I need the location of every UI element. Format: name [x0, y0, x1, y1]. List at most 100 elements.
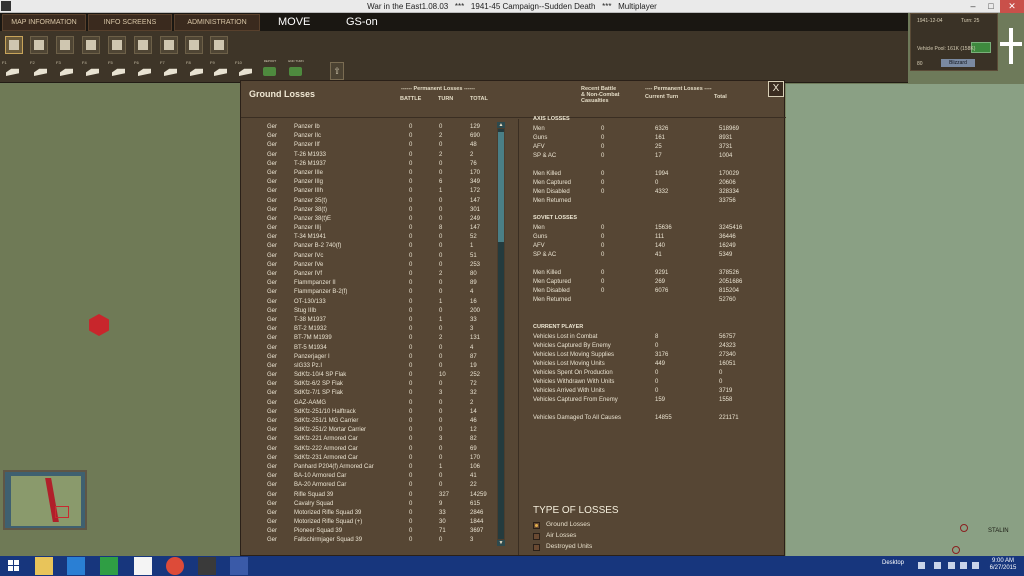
amazon-icon[interactable]: [134, 557, 152, 575]
unit-loss-row[interactable]: Ger Panzer IIIh 0 1 172: [251, 187, 507, 196]
unit-loss-row[interactable]: Ger Motorized Rifle Squad 39 0 33 2846: [251, 509, 507, 518]
air-mission-icon[interactable]: [134, 36, 152, 54]
game-app-icon[interactable]: [198, 557, 216, 575]
f4-key-button[interactable]: F4: [82, 60, 102, 79]
f3-key-button[interactable]: F3: [56, 60, 76, 79]
f1-key-button[interactable]: F1: [2, 60, 22, 79]
unit-loss-row[interactable]: Ger Panzer IIc 0 2 690: [251, 132, 507, 141]
volume-icon[interactable]: [972, 562, 979, 569]
unit-loss-row[interactable]: Ger Fallschirmjager Squad 39 0 0 3: [251, 536, 507, 545]
star-icon[interactable]: [82, 36, 100, 54]
unit-loss-row[interactable]: Ger Panzer IIIj 0 8 147: [251, 224, 507, 233]
unit-loss-row[interactable]: Ger SdKfz-221 Armored Car 0 3 82: [251, 435, 507, 444]
f7-key-button[interactable]: F7: [160, 60, 180, 79]
unit-loss-row[interactable]: Ger T-34 M1941 0 0 52: [251, 233, 507, 242]
unit-loss-row[interactable]: Ger Pioneer Squad 39 0 71 3697: [251, 527, 507, 536]
gear-icon[interactable]: [56, 36, 74, 54]
unit-loss-row[interactable]: Ger Panzer IVf 0 2 80: [251, 270, 507, 279]
minimap-viewport[interactable]: [55, 506, 69, 518]
unit-structure-icon[interactable]: [30, 36, 48, 54]
unit-loss-row[interactable]: Ger OT-130/133 0 1 16: [251, 298, 507, 307]
unit-loss-row[interactable]: Ger Panzer Ib 0 0 129: [251, 123, 507, 132]
chrome-icon[interactable]: [166, 557, 184, 575]
unit-loss-row[interactable]: Ger Flammpanzer II 0 0 89: [251, 279, 507, 288]
maximize-button[interactable]: □: [982, 0, 1000, 13]
tray-arrow-icon[interactable]: [918, 562, 925, 569]
scroll-thumb[interactable]: [498, 132, 504, 242]
unit-loss-row[interactable]: Ger Motorized Rifle Squad (+) 0 30 1844: [251, 518, 507, 527]
units-scrollbar[interactable]: ▲ ▼: [497, 122, 505, 546]
f8-key-button[interactable]: F8: [186, 60, 206, 79]
unit-loss-row[interactable]: Ger Stug IIIb 0 0 200: [251, 307, 507, 316]
windows-start-icon[interactable]: [8, 560, 20, 572]
unit-loss-row[interactable]: Ger Panzer 38(t)E 0 0 249: [251, 215, 507, 224]
game-app-active-icon[interactable]: [230, 557, 248, 575]
radio-air-losses[interactable]: Air Losses: [533, 531, 653, 541]
unit-loss-row[interactable]: Ger SdKfz-251/2 Mortar Carrier 0 0 12: [251, 426, 507, 435]
unit-loss-row[interactable]: Ger Panzer 35(t) 0 0 147: [251, 197, 507, 206]
map-right-region[interactable]: [786, 84, 1024, 556]
unit-losses-list[interactable]: Ger Panzer Ib 0 0 129 Ger Panzer IIc 0 2 690 Ger Pa…: [251, 123, 507, 546]
trash-icon[interactable]: [210, 36, 228, 54]
close-window-button[interactable]: ✕: [1000, 0, 1024, 13]
unit-loss-row[interactable]: Ger Panzer IVc 0 0 51: [251, 252, 507, 261]
unit-loss-row[interactable]: Ger BT-7M M1939 0 2 131: [251, 334, 507, 343]
tab-info-screens[interactable]: INFO SCREENS: [88, 14, 172, 31]
radio-button-icon[interactable]: [533, 522, 540, 529]
close-dialog-button[interactable]: X: [768, 81, 784, 97]
flag-icon[interactable]: [948, 562, 955, 569]
unit-loss-row[interactable]: Ger SdKfz-222 Armored Car 0 0 69: [251, 445, 507, 454]
scroll-up-icon[interactable]: ▲: [497, 122, 505, 128]
unit-loss-row[interactable]: Ger T-38 M1937 0 1 33: [251, 316, 507, 325]
f6-key-button[interactable]: F6: [134, 60, 154, 79]
movement-mode-icon[interactable]: [5, 36, 23, 54]
terrain-icon[interactable]: [108, 36, 126, 54]
unit-loss-row[interactable]: Ger SdKfz-251/10 Halftrack 0 0 14: [251, 408, 507, 417]
unit-loss-row[interactable]: Ger Cavalry Squad 0 9 615: [251, 500, 507, 509]
tray-app-icon[interactable]: [934, 562, 941, 569]
end-turn-button[interactable]: END TURN: [287, 59, 305, 79]
unit-loss-row[interactable]: Ger Panzer IIf 0 0 48: [251, 141, 507, 150]
unit-loss-row[interactable]: Ger sIG33 Pz.I 0 0 19: [251, 362, 507, 371]
unit-loss-row[interactable]: Ger Panhard P204(f) Armored Car 0 1 106: [251, 463, 507, 472]
unit-loss-row[interactable]: Ger SdKfz-7/1 SP Flak 0 3 32: [251, 389, 507, 398]
radio-button-icon[interactable]: [533, 533, 540, 540]
unit-loss-row[interactable]: Ger SdKfz-251/1 MG Carrier 0 0 46: [251, 417, 507, 426]
store-icon[interactable]: [100, 557, 118, 575]
unit-loss-row[interactable]: Ger BA-20 Armored Car 0 0 22: [251, 481, 507, 490]
f9-key-button[interactable]: F9: [210, 60, 230, 79]
clipboard-icon[interactable]: [185, 36, 203, 54]
unit-loss-row[interactable]: Ger Rifle Squad 39 0 327 14259: [251, 491, 507, 500]
report-button[interactable]: REPORT: [261, 59, 279, 79]
unit-loss-row[interactable]: Ger T-26 M1933 0 2 2: [251, 151, 507, 160]
unit-loss-row[interactable]: Ger Flammpanzer B-2(f) 0 0 4: [251, 288, 507, 297]
unit-loss-row[interactable]: Ger Panzer IVe 0 0 253: [251, 261, 507, 270]
unit-loss-row[interactable]: Ger BT-2 M1932 0 0 3: [251, 325, 507, 334]
radio-button-icon[interactable]: [533, 544, 540, 551]
unit-loss-row[interactable]: Ger SdKfz-6/2 SP Flak 0 0 72: [251, 380, 507, 389]
f5-key-button[interactable]: F5: [108, 60, 128, 79]
minimize-button[interactable]: –: [964, 0, 982, 13]
f10-key-button[interactable]: F10: [235, 60, 255, 79]
tab-administration[interactable]: ADMINISTRATION: [174, 14, 260, 31]
file-explorer-icon[interactable]: [35, 557, 53, 575]
desktop-toolbar-label[interactable]: Desktop: [882, 560, 904, 566]
network-icon[interactable]: [960, 562, 967, 569]
tab-map-information[interactable]: MAP INFORMATION: [2, 14, 86, 31]
unit-loss-row[interactable]: Ger BT-5 M1934 0 0 4: [251, 344, 507, 353]
internet-explorer-icon[interactable]: [67, 557, 85, 575]
minimap[interactable]: [3, 470, 87, 530]
city-marker-icon[interactable]: [960, 524, 968, 532]
unit-loss-row[interactable]: Ger BA-10 Armored Car 0 0 41: [251, 472, 507, 481]
unit-loss-row[interactable]: Ger Panzer IIIe 0 0 170: [251, 169, 507, 178]
radio-destroyed-units[interactable]: Destroyed Units: [533, 542, 653, 552]
unit-loss-row[interactable]: Ger SdKfz-10/4 SP Flak 0 10 252: [251, 371, 507, 380]
radio-ground-losses[interactable]: Ground Losses: [533, 520, 653, 530]
f2-key-button[interactable]: F2: [30, 60, 50, 79]
city-marker-icon[interactable]: [952, 546, 960, 554]
unit-loss-row[interactable]: Ger T-26 M1937 0 0 76: [251, 160, 507, 169]
expand-arrow-button[interactable]: ⇧: [330, 62, 344, 80]
bombing-icon[interactable]: [160, 36, 178, 54]
unit-loss-row[interactable]: Ger SdKfz-231 Armored Car 0 0 170: [251, 454, 507, 463]
unit-loss-row[interactable]: Ger GAZ-AAMG 0 0 2: [251, 399, 507, 408]
